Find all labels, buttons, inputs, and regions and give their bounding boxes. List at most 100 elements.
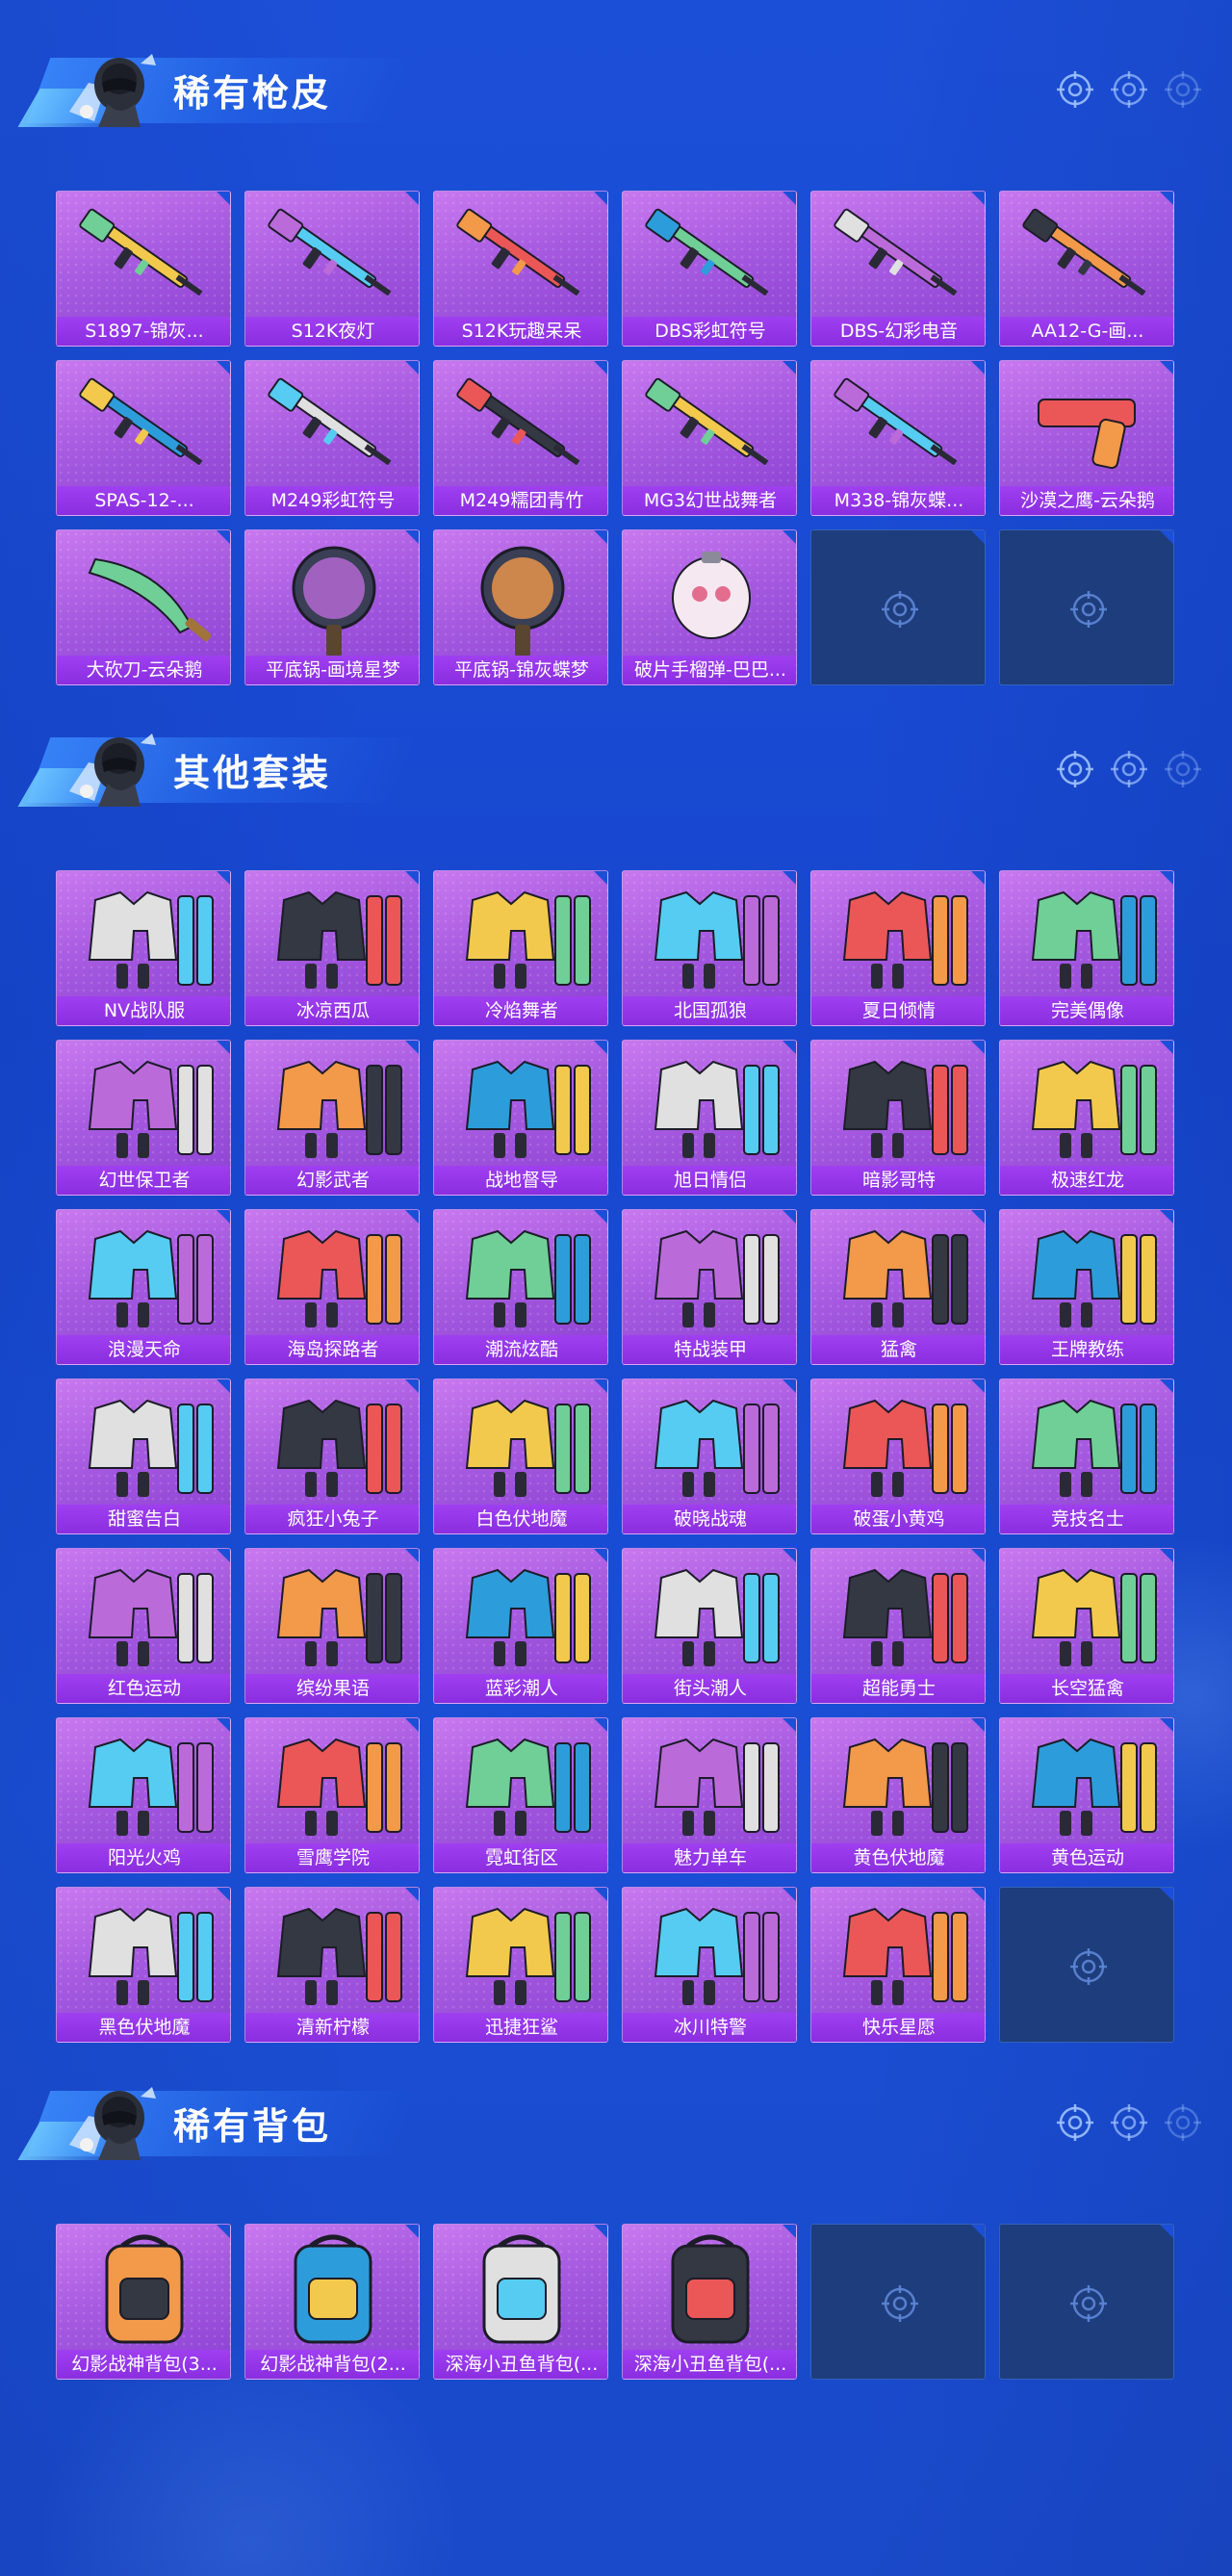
item-label: 平底锅-锦灰蝶梦 (434, 656, 607, 684)
grenade-icon (623, 530, 796, 657)
item-card[interactable]: 特战装甲 (622, 1209, 797, 1365)
item-card[interactable]: 黄色伏地魔 (810, 1717, 986, 1873)
item-card[interactable]: M338-锦灰蝶... (810, 360, 986, 516)
item-card[interactable]: 暗影哥特 (810, 1040, 986, 1196)
outfit-icon (245, 1718, 419, 1845)
item-label: 魅力单车 (623, 1843, 796, 1872)
item-label: 夏日倾情 (811, 996, 985, 1025)
item-card[interactable]: 破片手榴弹-巴巴... (622, 529, 797, 685)
item-card[interactable]: 北国孤狼 (622, 870, 797, 1026)
crosshair-icon (880, 2283, 918, 2322)
section-header: 其他套装 (0, 697, 1232, 807)
item-label: 王牌教练 (1000, 1335, 1173, 1364)
item-card[interactable]: 极速红龙 (999, 1040, 1174, 1196)
item-card[interactable]: S12K玩趣呆呆 (433, 191, 608, 347)
item-card[interactable]: 黄色运动 (999, 1717, 1174, 1873)
item-card[interactable]: 白色伏地魔 (433, 1378, 608, 1534)
item-card[interactable]: 超能勇士 (810, 1548, 986, 1704)
section-0: 稀有枪皮 S1897-锦灰... S12K夜灯 S12K玩趣呆呆 DBS彩虹符号 DBS-… (0, 17, 1232, 685)
outfit-icon (434, 1718, 607, 1845)
item-card[interactable]: 海岛探路者 (244, 1209, 420, 1365)
item-card[interactable]: 幻世保卫者 (56, 1040, 231, 1196)
outfit-icon (245, 1041, 419, 1168)
item-card[interactable]: 冷焰舞者 (433, 870, 608, 1026)
item-card[interactable]: 平底锅-画境星梦 (244, 529, 420, 685)
item-card[interactable]: 迅捷狂鲨 (433, 1887, 608, 2043)
item-card[interactable]: 霓虹街区 (433, 1717, 608, 1873)
item-label: 完美偶像 (1000, 996, 1173, 1025)
item-card[interactable]: S1897-锦灰... (56, 191, 231, 347)
item-label: 竞技名士 (1000, 1505, 1173, 1533)
item-card[interactable]: S12K夜灯 (244, 191, 420, 347)
item-card[interactable]: 缤纷果语 (244, 1548, 420, 1704)
item-card[interactable]: 冰川特警 (622, 1887, 797, 2043)
item-card[interactable]: 大砍刀-云朵鹅 (56, 529, 231, 685)
outfit-icon (811, 1379, 985, 1507)
item-card[interactable]: 深海小丑鱼背包(... (433, 2224, 608, 2380)
item-card[interactable]: 竞技名士 (999, 1378, 1174, 1534)
item-card[interactable]: DBS-幻彩电音 (810, 191, 986, 347)
item-label: 暗影哥特 (811, 1166, 985, 1195)
item-card[interactable]: 疯狂小兔子 (244, 1378, 420, 1534)
item-card[interactable]: 蓝彩潮人 (433, 1548, 608, 1704)
item-card[interactable]: DBS彩虹符号 (622, 191, 797, 347)
item-card[interactable]: MG3幻世战舞者 (622, 360, 797, 516)
item-card[interactable]: 幻影战神背包(2... (244, 2224, 420, 2380)
item-card[interactable]: M249彩虹符号 (244, 360, 420, 516)
item-card[interactable]: SPAS-12-... (56, 360, 231, 516)
item-label: 阳光火鸡 (57, 1843, 230, 1872)
crosshair-icon (1109, 69, 1149, 110)
item-card[interactable]: 雪鹰学院 (244, 1717, 420, 1873)
item-label: 冷焰舞者 (434, 996, 607, 1025)
item-card[interactable]: 快乐星愿 (810, 1887, 986, 2043)
item-card[interactable]: 战地督导 (433, 1040, 608, 1196)
item-card[interactable]: 沙漠之鹰-云朵鹅 (999, 360, 1174, 516)
item-card[interactable]: 深海小丑鱼背包(... (622, 2224, 797, 2380)
item-card[interactable]: 阳光火鸡 (56, 1717, 231, 1873)
item-card[interactable]: 完美偶像 (999, 870, 1174, 1026)
outfit-icon (57, 1210, 230, 1337)
outfit-icon (57, 1718, 230, 1845)
item-grid: NV战队服 冰凉西瓜 冷焰舞者 北国孤狼 夏日倾情 完美偶像幻世保卫者 幻影武者 战地督导 旭日… (56, 870, 1174, 2043)
item-card[interactable]: 清新柠檬 (244, 1887, 420, 2043)
outfit-icon (623, 871, 796, 998)
item-card[interactable]: 冰凉西瓜 (244, 870, 420, 1026)
item-card[interactable]: 街头潮人 (622, 1548, 797, 1704)
item-card[interactable]: 平底锅-锦灰蝶梦 (433, 529, 608, 685)
outfit-icon (623, 1041, 796, 1168)
item-label: 黄色伏地魔 (811, 1843, 985, 1872)
outfit-icon (57, 1379, 230, 1507)
machine-gun-icon (434, 361, 607, 488)
item-card[interactable]: 甜蜜告白 (56, 1378, 231, 1534)
item-label: 冰川特警 (623, 2013, 796, 2042)
item-card[interactable]: 幻影战神背包(3... (56, 2224, 231, 2380)
item-label: 白色伏地魔 (434, 1505, 607, 1533)
item-label: 快乐星愿 (811, 2013, 985, 2042)
item-card[interactable]: 破蛋小黄鸡 (810, 1378, 986, 1534)
item-card[interactable]: 破晓战魂 (622, 1378, 797, 1534)
item-label: 平底锅-画境星梦 (245, 656, 419, 684)
item-card[interactable]: 黑色伏地魔 (56, 1887, 231, 2043)
item-card[interactable]: AA12-G-画... (999, 191, 1174, 347)
shotgun-icon (245, 192, 419, 319)
item-label: 战地督导 (434, 1166, 607, 1195)
item-card[interactable]: M249糯团青竹 (433, 360, 608, 516)
item-card[interactable]: 猛禽 (810, 1209, 986, 1365)
item-card[interactable]: NV战队服 (56, 870, 231, 1026)
section-1: 其他套装 NV战队服 冰凉西瓜 冷焰舞者 北国孤狼 夏日倾情 完美偶像幻世保卫者 幻影武者 战地… (0, 697, 1232, 2043)
section-title: 稀有背包 (173, 2105, 332, 2148)
item-card[interactable]: 魅力单车 (622, 1717, 797, 1873)
outfit-icon (811, 1041, 985, 1168)
item-card[interactable]: 潮流炫酷 (433, 1209, 608, 1365)
item-label: S12K玩趣呆呆 (434, 317, 607, 346)
item-card[interactable]: 浪漫天命 (56, 1209, 231, 1365)
backpack-icon (57, 2225, 230, 2352)
item-card[interactable]: 旭日情侣 (622, 1040, 797, 1196)
item-label: DBS-幻彩电音 (811, 317, 985, 346)
item-card[interactable]: 幻影武者 (244, 1040, 420, 1196)
item-card[interactable]: 夏日倾情 (810, 870, 986, 1026)
item-card[interactable]: 红色运动 (56, 1548, 231, 1704)
backpack-icon (245, 2225, 419, 2352)
item-card[interactable]: 王牌教练 (999, 1209, 1174, 1365)
item-card[interactable]: 长空猛禽 (999, 1548, 1174, 1704)
